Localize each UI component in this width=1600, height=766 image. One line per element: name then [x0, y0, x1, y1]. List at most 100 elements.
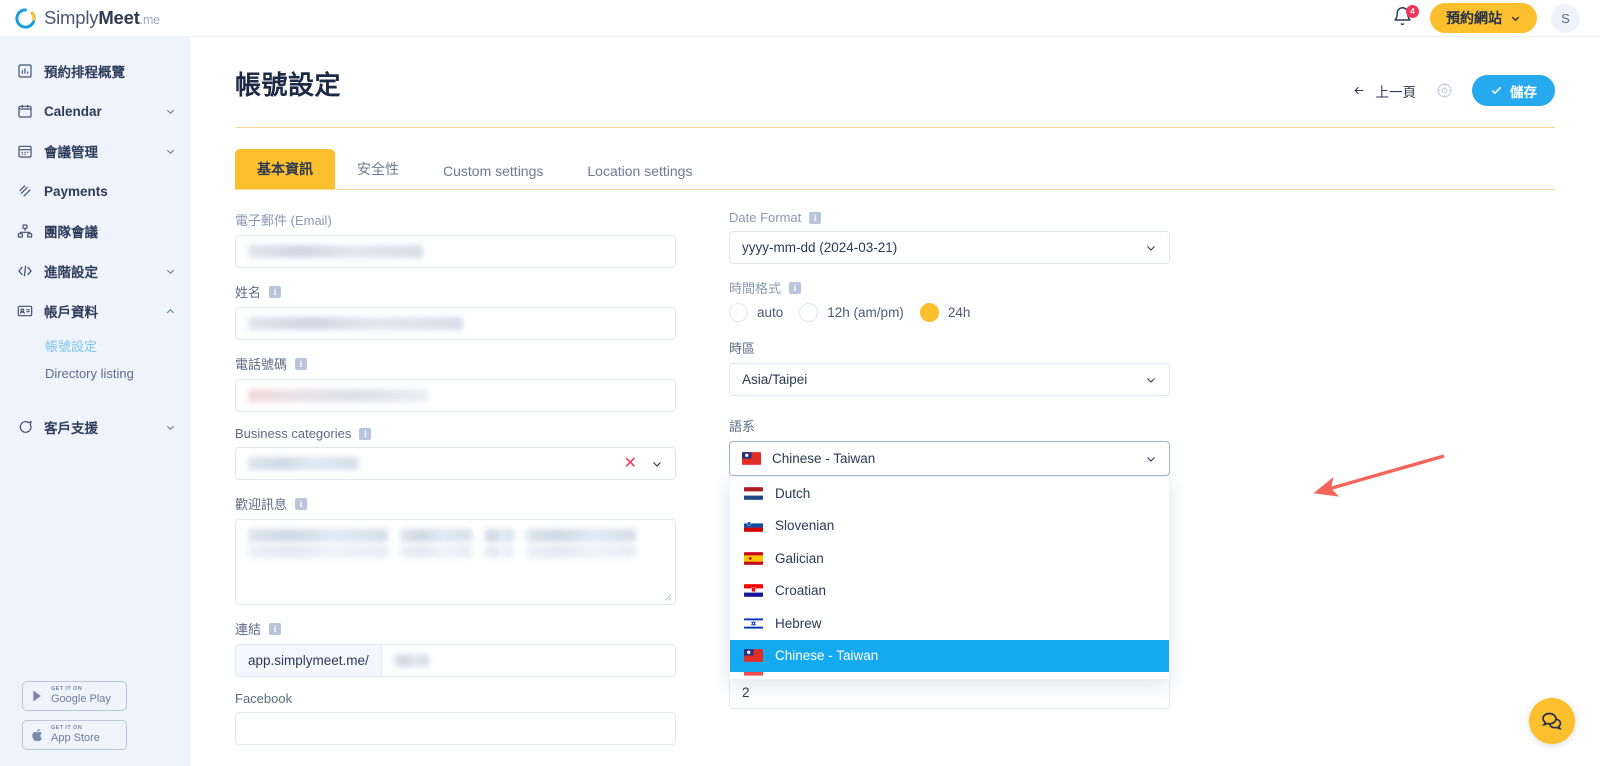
- field-business-categories: Business categories i ✕: [235, 426, 676, 480]
- sidebar-item-account[interactable]: 帳戶資料: [0, 291, 190, 331]
- label-text: 時區: [729, 341, 756, 356]
- avatar[interactable]: S: [1551, 3, 1580, 33]
- tab-basic-info[interactable]: 基本資訊: [235, 149, 335, 189]
- phone-input[interactable]: [235, 379, 676, 412]
- main-content: 帳號設定 上一頁 儲存 基本資訊 安全性 Custom settings Loc…: [190, 37, 1600, 766]
- language-option-galician[interactable]: Galician: [730, 542, 1169, 575]
- option-label: Hebrew: [775, 615, 822, 631]
- redacted-value: [248, 389, 428, 402]
- sidebar-item-dashboard[interactable]: 預約排程概覽: [0, 51, 190, 91]
- radio-24h[interactable]: 24h: [919, 303, 971, 322]
- team-hierarchy-icon: [16, 223, 33, 240]
- info-icon[interactable]: i: [269, 622, 282, 635]
- tab-custom-settings[interactable]: Custom settings: [421, 153, 565, 189]
- sidebar-item-directory-listing[interactable]: Directory listing: [45, 359, 190, 387]
- info-icon[interactable]: i: [295, 357, 308, 370]
- chevron-down-icon: [1147, 456, 1155, 462]
- chat-widget-button[interactable]: [1529, 698, 1575, 744]
- code-brackets-icon: [16, 263, 33, 280]
- language-option-hebrew[interactable]: Hebrew: [730, 607, 1169, 640]
- field-timezone: 時區 Asia/Taipei: [729, 338, 1170, 396]
- store-badges: GET IT ON Google Play GET IT ON App Stor…: [0, 681, 190, 766]
- flag-il-icon: [744, 616, 763, 630]
- sidebar-item-support[interactable]: 客戶支援: [0, 407, 190, 447]
- sidebar-item-label: 進階設定: [44, 265, 98, 280]
- chevron-down-icon[interactable]: [165, 106, 176, 117]
- option-label: Chinese - Taiwan: [775, 648, 879, 664]
- language-option-dutch[interactable]: Dutch: [730, 477, 1169, 510]
- field-label: Date Format i: [729, 210, 1170, 225]
- radio-auto[interactable]: auto: [729, 303, 783, 322]
- email-input[interactable]: [235, 235, 676, 268]
- sidebar-item-team-meetings[interactable]: 團隊會議: [0, 211, 190, 251]
- date-format-select[interactable]: yyyy-mm-dd (2024-03-21): [729, 231, 1170, 264]
- timezone-select[interactable]: Asia/Taipei: [729, 363, 1170, 396]
- chat-support-icon: [16, 419, 33, 436]
- business-categories-select[interactable]: ✕: [235, 447, 676, 480]
- language-option-croatian[interactable]: Croatian: [730, 575, 1169, 608]
- field-phone: 電話號碼 i: [235, 354, 676, 412]
- form-column-left: 電子郵件 (Email) 姓名 i 電話號碼 i Business catego…: [235, 210, 676, 759]
- apple-icon: [30, 727, 46, 743]
- back-button[interactable]: 上一頁: [1351, 81, 1416, 101]
- notifications-button[interactable]: 4: [1392, 5, 1419, 30]
- label-text: 姓名: [235, 285, 262, 300]
- google-play-badge[interactable]: GET IT ON Google Play: [22, 681, 127, 711]
- check-icon: [1491, 86, 1502, 95]
- tab-security[interactable]: 安全性: [335, 149, 421, 189]
- info-icon[interactable]: i: [809, 211, 822, 224]
- language-option-slovenian[interactable]: Slovenian: [730, 510, 1169, 543]
- sidebar-item-payments[interactable]: Payments: [0, 171, 190, 211]
- brand-text: SimplyMeet.me: [44, 7, 160, 29]
- radio-label: 24h: [947, 305, 971, 320]
- radio-label: 12h (am/pm): [827, 305, 904, 320]
- language-select[interactable]: Chinese - Taiwan: [729, 441, 1170, 476]
- info-icon[interactable]: i: [359, 427, 372, 440]
- meeting-calendar-icon: [16, 143, 33, 160]
- form-columns: 電子郵件 (Email) 姓名 i 電話號碼 i Business catego…: [235, 210, 1555, 759]
- field-label: 歡迎訊息 i: [235, 494, 676, 513]
- name-input[interactable]: [235, 307, 676, 340]
- language-option-chinese-taiwan[interactable]: Chinese - Taiwan: [730, 639, 1169, 672]
- save-button[interactable]: 儲存: [1472, 75, 1555, 106]
- chevron-down-icon[interactable]: [165, 422, 176, 433]
- settings-gear-button[interactable]: [1434, 81, 1454, 101]
- chevron-down-icon[interactable]: [165, 146, 176, 157]
- badge-store-name: App Store: [51, 732, 100, 745]
- language-dropdown[interactable]: Dutch Slovenian Galician Croatian Hebrew…: [729, 476, 1170, 680]
- chevron-down-icon[interactable]: [651, 458, 663, 470]
- field-welcome-message: 歡迎訊息 i: [235, 494, 676, 605]
- body-row: 預約排程概覽 Calendar 會議管理 Payments 團隊會議 進階設定 …: [0, 37, 1600, 766]
- number-input[interactable]: 2: [729, 676, 1170, 709]
- chevron-up-icon[interactable]: [165, 306, 176, 317]
- radio-12h[interactable]: 12h (am/pm): [799, 303, 904, 322]
- flag-hr-icon: [744, 584, 763, 598]
- app-store-badge[interactable]: GET IT ON App Store: [22, 720, 127, 750]
- language-value: Chinese - Taiwan: [772, 451, 876, 466]
- info-icon[interactable]: i: [295, 497, 308, 510]
- radio-label: auto: [757, 305, 784, 320]
- sidebar-item-label: 團隊會議: [44, 225, 98, 240]
- sidebar-item-label: 客戶支援: [44, 421, 98, 436]
- close-x-icon[interactable]: ✕: [624, 455, 637, 472]
- welcome-message-textarea[interactable]: [235, 519, 676, 605]
- field-email: 電子郵件 (Email): [235, 210, 676, 268]
- facebook-input[interactable]: [235, 712, 676, 745]
- timezone-value: Asia/Taipei: [742, 372, 808, 387]
- booking-site-button[interactable]: 預約網站: [1430, 3, 1537, 33]
- chevron-down-icon[interactable]: [165, 266, 176, 277]
- info-icon[interactable]: i: [269, 285, 282, 298]
- option-label: Slovenian: [775, 518, 835, 534]
- tab-location-settings[interactable]: Location settings: [565, 153, 714, 189]
- info-icon[interactable]: i: [789, 281, 802, 294]
- redacted-value: [484, 545, 514, 558]
- sidebar-item-advanced[interactable]: 進階設定: [0, 251, 190, 291]
- link-slug-input[interactable]: [380, 644, 676, 677]
- language-option-partial[interactable]: [730, 672, 1169, 679]
- sidebar-item-meetings[interactable]: 會議管理: [0, 131, 190, 171]
- brand-logo-wordmark[interactable]: SimplyMeet.me: [14, 7, 160, 30]
- resize-grip-icon[interactable]: [663, 592, 672, 601]
- sidebar-item-account-settings[interactable]: 帳號設定: [45, 331, 190, 359]
- brand-name-bold: Meet: [98, 7, 140, 28]
- sidebar-item-calendar[interactable]: Calendar: [0, 91, 190, 131]
